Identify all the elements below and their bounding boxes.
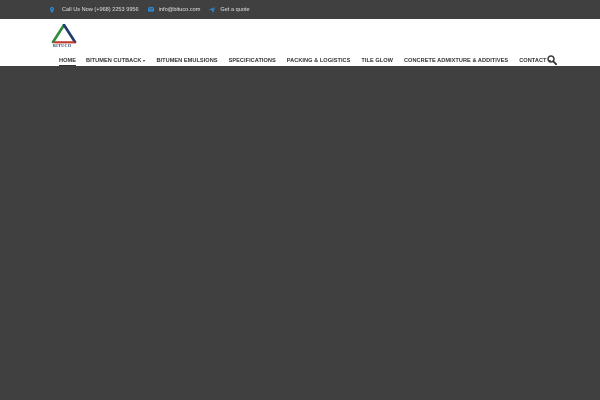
hero-banner	[0, 66, 600, 400]
topbar-email[interactable]: info@bituco.com	[147, 6, 201, 13]
topbar-phone-text: Call Us Now (+968) 2253 9956	[62, 6, 139, 13]
nav-item-label: Specifications	[228, 58, 276, 64]
nav-item-label: Bitumen Emulsions	[156, 58, 218, 64]
nav-item-packing-logistics[interactable]: Packing & Logistics	[287, 58, 351, 64]
nav-item-bitumen-cutback[interactable]: Bitumen Cutback	[85, 58, 146, 64]
map-marker-icon	[50, 6, 54, 13]
nav-item-label: Contact	[519, 58, 547, 64]
topbar-quote-text: Get a quote	[220, 6, 250, 13]
logo-text: BITUCO	[53, 43, 72, 48]
nav-item-specifications[interactable]: Specifications	[229, 58, 276, 64]
topbar-email-text: info@bituco.com	[158, 6, 201, 13]
paper-plane-icon	[209, 6, 216, 13]
main-nav: Home Bitumen Cutback Bitumen Emulsions Spec…	[59, 56, 551, 67]
nav-item-label: Home	[59, 58, 76, 64]
nav-item-label: Packing & Logistics	[286, 58, 351, 64]
site-logo[interactable]	[51, 24, 77, 54]
envelope-icon	[147, 7, 154, 12]
nav-item-concrete-admixture-additives[interactable]: Concrete Admixture & Additives	[404, 58, 508, 64]
logo-triangle-icon	[51, 24, 77, 44]
caret-down-icon	[143, 60, 146, 62]
nav-item-home[interactable]: Home	[59, 58, 76, 67]
nav-item-tile-glow[interactable]: Tile Glow	[361, 58, 393, 64]
nav-item-bitumen-emulsions[interactable]: Bitumen Emulsions	[156, 58, 217, 64]
search-icon	[547, 55, 557, 65]
topbar-phone[interactable]: Call Us Now (+968) 2253 9956	[49, 6, 139, 13]
top-bar: Call Us Now (+968) 2253 9956 info@bituco…	[0, 0, 600, 19]
topbar-quote[interactable]: Get a quote	[209, 6, 250, 13]
nav-item-label: Bitumen Cutback	[85, 58, 142, 64]
nav-item-contact[interactable]: Contact	[519, 58, 551, 64]
nav-item-label: Concrete Admixture & Additives	[403, 58, 509, 64]
site-header: BITUCO Home Bitumen Cutback Bitumen Emulsi…	[0, 19, 600, 67]
nav-item-label: Tile Glow	[361, 58, 393, 64]
search-button[interactable]	[547, 55, 557, 65]
